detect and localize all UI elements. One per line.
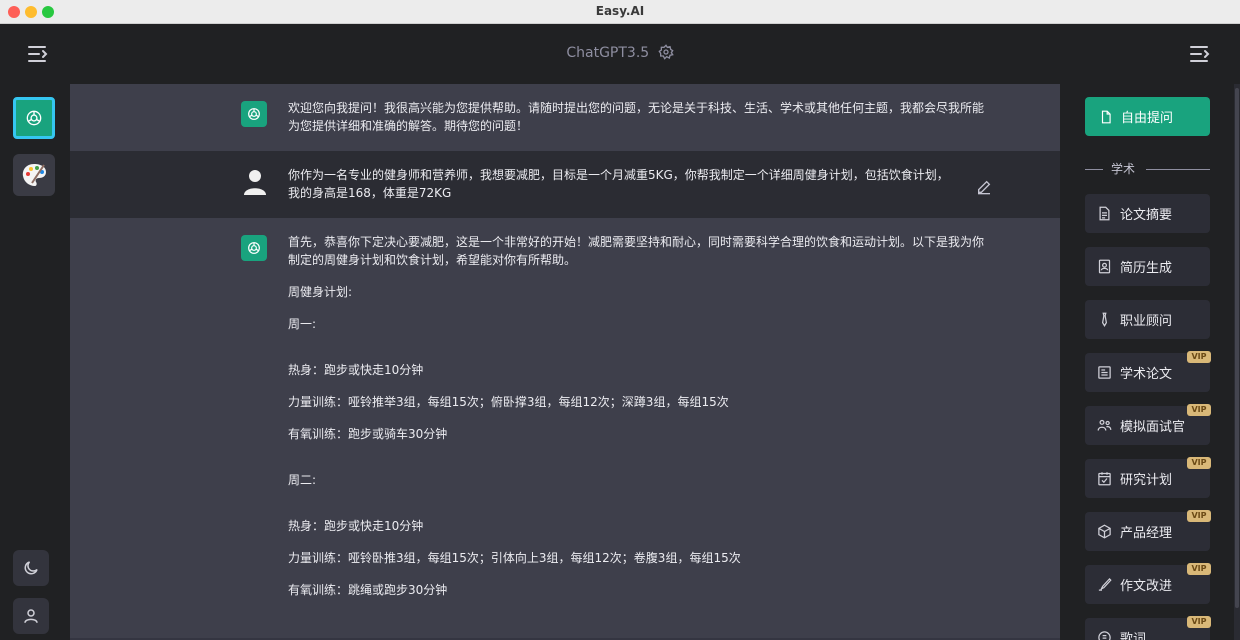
assistant-message: 欢迎您向我提问！我很高兴能为您提供帮助。请随时提出您的问题，无论是关于科技、生活…	[70, 84, 1060, 151]
model-name: ChatGPT3.5	[566, 45, 650, 61]
window-title: Easy.AI	[595, 4, 645, 18]
prompt-item-career-advisor[interactable]: 职业顾问	[1085, 300, 1210, 339]
pen-icon	[1098, 577, 1112, 591]
openai-logo-icon	[248, 108, 260, 120]
chat-mode-button[interactable]	[13, 97, 55, 139]
tie-icon	[1101, 312, 1108, 327]
prompt-sidebar: 自由提问 学术 论文摘要 简历生成 职业顾问 学术论文 VIP 模拟面试官 VI…	[1060, 84, 1240, 640]
cube-icon	[1098, 524, 1111, 539]
free-question-button[interactable]: 自由提问	[1085, 97, 1210, 136]
drawing-mode-button[interactable]	[13, 154, 55, 196]
left-rail	[0, 84, 70, 640]
resume-icon	[1098, 259, 1111, 274]
user-message: 你作为一名专业的健身师和营养师，我想要减肥，目标是一个月减重5KG，你帮我制定一…	[70, 151, 1060, 218]
lyrics-icon	[1098, 631, 1111, 640]
prompt-item-paper-summary[interactable]: 论文摘要	[1085, 194, 1210, 233]
assistant-message: 首先，恭喜你下定决心要减肥，这是一个非常好的开始！减肥需要坚持和耐心，同时需要科…	[70, 218, 1060, 638]
palette-icon	[22, 164, 46, 186]
model-selector[interactable]: ChatGPT3.5	[0, 44, 1240, 61]
interview-icon	[1097, 419, 1112, 431]
prompt-item-essay-improve[interactable]: 作文改进 VIP	[1085, 563, 1211, 604]
menu-collapse-icon	[1190, 46, 1210, 62]
prompt-item-lyrics[interactable]: 歌词 VIP	[1085, 616, 1211, 640]
openai-logo-icon	[26, 110, 42, 126]
calendar-icon	[1098, 472, 1111, 486]
edit-message-button[interactable]	[976, 179, 992, 195]
prompt-item-academic-paper[interactable]: 学术论文 VIP	[1085, 351, 1211, 392]
theme-toggle-button[interactable]	[13, 550, 49, 586]
document-icon	[1099, 206, 1110, 221]
account-button[interactable]	[13, 598, 49, 634]
prompt-item-mock-interviewer[interactable]: 模拟面试官 VIP	[1085, 404, 1211, 445]
openai-logo-icon	[248, 242, 260, 254]
message-text: 首先，恭喜你下定决心要减肥，这是一个非常好的开始！减肥需要坚持和耐心，同时需要科…	[288, 235, 985, 597]
prompt-item-research-plan[interactable]: 研究计划 VIP	[1085, 457, 1211, 498]
vip-badge: VIP	[1187, 457, 1211, 469]
message-text: 你作为一名专业的健身师和营养师，我想要减肥，目标是一个月减重5KG，你帮我制定一…	[288, 168, 949, 200]
vip-badge: VIP	[1187, 510, 1211, 522]
document-icon	[1101, 110, 1111, 123]
message-text: 欢迎您向我提问！我很高兴能为您提供帮助。请随时提出您的问题，无论是关于科技、生活…	[288, 101, 985, 133]
app-header: ChatGPT3.5	[0, 24, 1240, 84]
section-label: 学术	[1085, 160, 1210, 178]
window-titlebar: Easy.AI	[0, 0, 1240, 24]
vip-badge: VIP	[1187, 351, 1211, 363]
vip-badge: VIP	[1187, 616, 1211, 628]
gear-icon[interactable]	[658, 44, 674, 60]
user-icon	[24, 609, 38, 623]
sidebar-scrollbar-thumb[interactable]	[1235, 88, 1239, 608]
paper-icon	[1098, 366, 1111, 379]
user-icon	[244, 170, 266, 195]
vip-badge: VIP	[1187, 404, 1211, 416]
prompt-item-resume[interactable]: 简历生成	[1085, 247, 1210, 286]
chat-area[interactable]: 欢迎您向我提问！我很高兴能为您提供帮助。请随时提出您的问题，无论是关于科技、生活…	[70, 84, 1060, 640]
assistant-avatar	[241, 235, 267, 261]
user-avatar	[241, 167, 269, 197]
vip-badge: VIP	[1187, 563, 1211, 575]
moon-icon	[24, 561, 38, 575]
assistant-avatar	[241, 101, 267, 127]
toggle-right-sidebar-button[interactable]	[1188, 42, 1212, 66]
pencil-icon	[978, 180, 991, 195]
prompt-item-product-manager[interactable]: 产品经理 VIP	[1085, 510, 1211, 551]
